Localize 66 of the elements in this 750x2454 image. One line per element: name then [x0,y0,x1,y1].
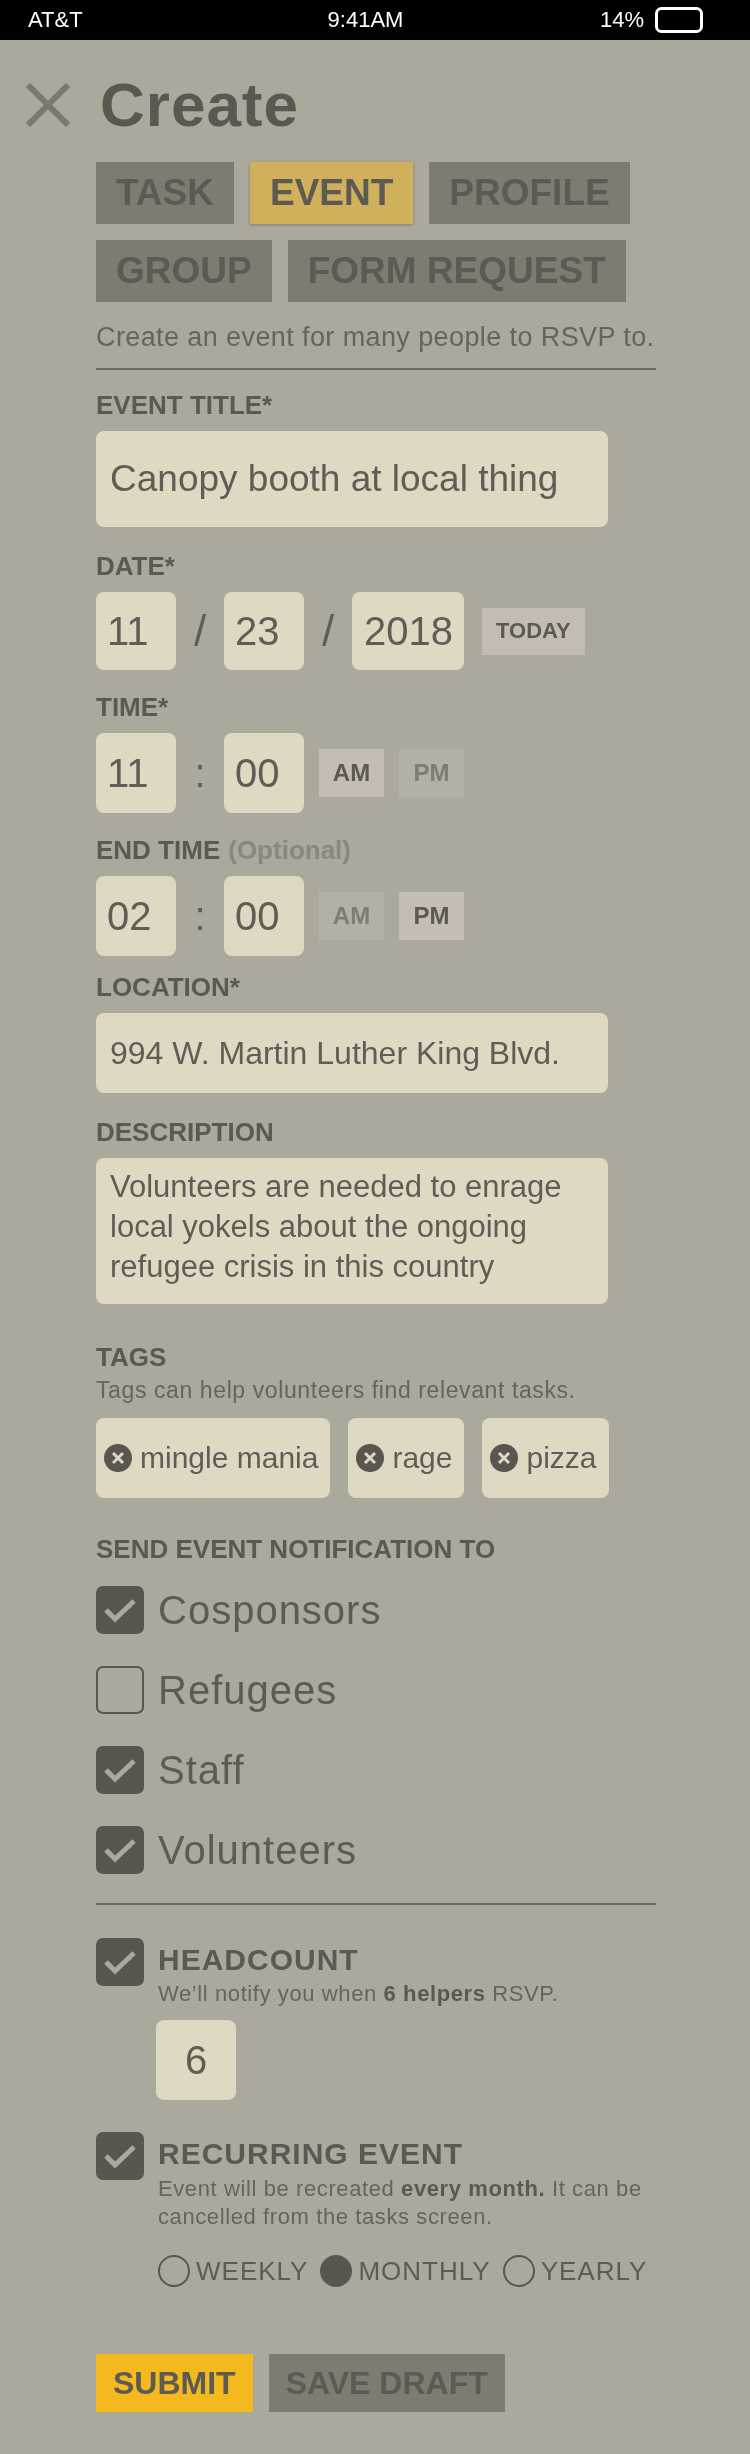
am-pm-button[interactable]: PM [399,892,464,940]
checkbox[interactable] [96,1586,144,1634]
carrier-name: AT&T [28,7,84,33]
description-input[interactable]: Volunteers are needed to enrage local yokels about the ongoing refugee crisis in this country [96,1158,608,1304]
minute-input[interactable]: 00 [224,876,304,956]
hour-input[interactable]: 11 [96,733,176,813]
radio-button[interactable] [502,2255,535,2287]
radio-label[interactable]: YEARLY [540,2255,648,2287]
close-icon[interactable] [490,1444,519,1472]
checkmark-icon [103,1837,137,1863]
radio-label[interactable]: MONTHLY [358,2255,491,2287]
option-title: HEADCOUNT [158,1943,360,1977]
hour-input[interactable]: 02 [96,876,176,956]
intro-text: Create an event for many people to RSVP to. [96,322,656,352]
battery-icon [655,7,703,33]
checkbox-label[interactable]: Volunteers [158,1827,358,1873]
tag-label: pizza [526,1441,597,1475]
close-icon[interactable] [104,1444,132,1472]
date-separator: / [320,606,336,656]
checkbox[interactable] [96,1746,144,1794]
checkbox[interactable] [96,1826,144,1874]
battery-percent: 14% [599,7,644,33]
field-label: SEND EVENT NOTIFICATION TO [96,1534,497,1564]
checkmark-icon [103,2143,137,2169]
headcount-input[interactable]: 6 [156,2020,236,2100]
field-label: TIME* [96,692,169,722]
headcount-hint: We’ll notify you when 6 helpers RSVP. [158,1980,560,2008]
tab[interactable]: EVENT [250,162,414,224]
location-input[interactable]: 994 W. Martin Luther King Blvd. [96,1013,608,1093]
checkbox-label[interactable]: Staff [158,1747,245,1793]
clock-time: 9:41AM [327,7,404,33]
field-label: DATE* [96,551,175,581]
time-separator: : [193,750,207,796]
field-label: LOCATION* [96,972,240,1002]
tags-hint: Tags can help volunteers find relevant tasks. [96,1376,577,1404]
field-label: TAGS [96,1342,168,1372]
month-input[interactable]: 11 [96,592,176,670]
checkmark-icon [103,1597,137,1623]
title-input[interactable]: Canopy booth at local thing [96,431,608,527]
checkbox[interactable] [96,1938,144,1986]
radio-label[interactable]: WEEKLY [196,2255,309,2287]
checkbox[interactable] [96,2132,144,2180]
day-input[interactable]: 23 [224,592,304,670]
recurring-hint: Event will be recreated every month. It can be cancelled from the tasks screen. [158,2175,643,2231]
submit-button[interactable]: SUBMIT [96,2354,253,2412]
radio-button[interactable] [158,2255,190,2287]
field-label: DESCRIPTION [96,1117,274,1147]
tag-label: rage [392,1441,453,1475]
radio-button[interactable] [320,2255,353,2287]
field-label: EVENT TITLE* [96,390,273,420]
year-input[interactable]: 2018 [352,592,464,670]
am-pm-button[interactable]: AM [319,749,384,797]
checkmark-icon [103,1949,137,1975]
minute-input[interactable]: 00 [224,733,304,813]
page-title: Create [100,74,299,136]
close-icon[interactable] [356,1444,385,1472]
checkbox-label[interactable]: Cosponsors [158,1587,382,1633]
checkmark-icon [103,1757,137,1783]
today-button[interactable]: TODAY [482,607,585,655]
tag-label: mingle mania [140,1441,319,1475]
date-separator: / [192,606,208,656]
time-separator: : [193,893,207,939]
field-label: END TIME [96,835,221,865]
checkbox[interactable] [96,1666,144,1714]
option-title: RECURRING EVENT [158,2137,465,2171]
checkbox-label[interactable]: Refugees [158,1667,338,1713]
